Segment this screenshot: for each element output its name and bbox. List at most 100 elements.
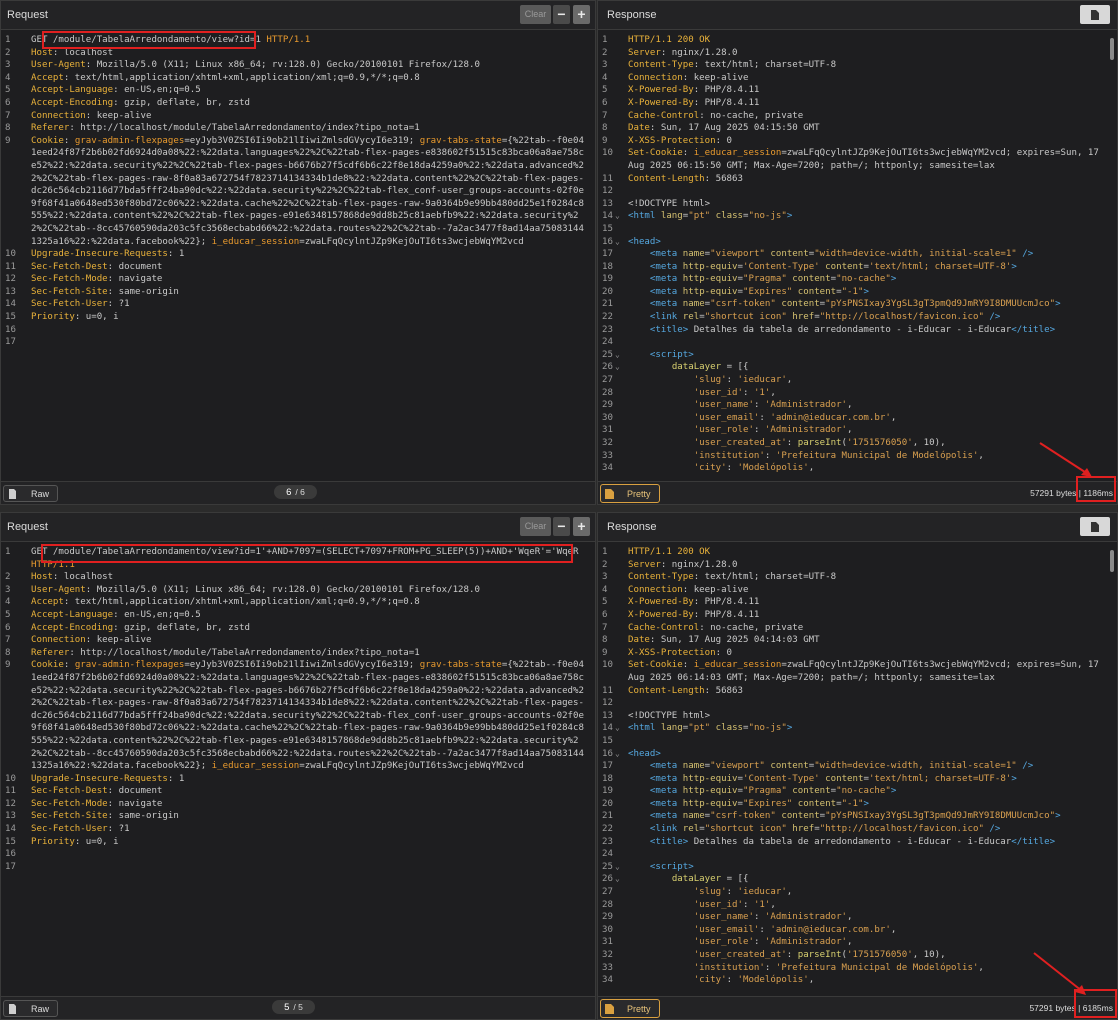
code-token: "shortcut icon" — [704, 312, 787, 323]
line-number: 29 — [602, 912, 613, 923]
history-pager[interactable]: 5 / 5 — [272, 1000, 315, 1014]
code-token: : text/html; charset=UTF-8 — [693, 60, 837, 71]
pretty-view-button[interactable]: Pretty — [600, 484, 660, 503]
code-token: HTTP/1.1 200 OK — [628, 547, 711, 557]
code-token: : document — [107, 786, 163, 797]
code-token: <title> — [649, 324, 689, 335]
code-token: : nginx/1.28.0 — [660, 559, 738, 570]
line-number: 31 — [602, 937, 613, 948]
line-text: Accept-Encoding: gzip, deflate, br, zstd — [27, 622, 589, 635]
fold-chevron-icon — [18, 785, 27, 798]
code-line: 17 — [1, 336, 589, 349]
fold-chevron-icon[interactable]: ⌄ — [615, 236, 624, 249]
code-token: name — [682, 249, 705, 260]
code-token: Sec-Fetch-Dest — [31, 786, 108, 797]
line-number: 18 — [602, 773, 613, 784]
line-number: 4 — [5, 72, 11, 83]
zoom-in-button[interactable]: + — [573, 5, 590, 24]
line-text: <meta name="viewport" content="width=dev… — [624, 248, 1105, 261]
code-token: <html — [628, 723, 661, 734]
fold-chevron-icon[interactable]: ⌄ — [615, 210, 624, 223]
line-text: 'user_role': 'Administrador', — [624, 424, 1105, 437]
fold-chevron-icon — [18, 848, 27, 861]
zoom-out-button[interactable]: − — [553, 5, 570, 24]
code-token: Connection — [31, 635, 86, 646]
fold-chevron-icon[interactable]: ⌄ — [615, 361, 624, 374]
pretty-view-button[interactable]: Pretty — [600, 999, 660, 1018]
request-editor[interactable]: 1 GET /module/TabelaArredondamento/view?i… — [1, 34, 589, 349]
code-token: User-Agent — [31, 584, 86, 595]
line-number: 6 — [5, 97, 11, 108]
line-text — [624, 223, 1105, 236]
zoom-out-button[interactable]: − — [553, 517, 570, 536]
line-number: 7 — [5, 110, 11, 121]
code-token: <title> — [649, 836, 689, 847]
code-line: 15 — [598, 223, 1105, 236]
line-number: 12 — [602, 698, 613, 709]
line-number: 1 — [602, 35, 608, 45]
code-line: 5 Accept-Language: en-US,en;q=0.5 — [1, 609, 589, 622]
code-token: "http://localhost/favicon.ico" — [819, 312, 984, 323]
copy-button[interactable] — [1080, 5, 1110, 24]
code-token: Sec-Fetch-Site — [31, 811, 108, 822]
code-token: 'ieducar' — [737, 375, 787, 386]
code-token: 'user_name' — [693, 912, 754, 923]
code-line: 8 Date: Sun, 17 Aug 2025 04:14:03 GMT — [598, 634, 1105, 647]
code-token: 'user_role' — [693, 425, 754, 436]
raw-view-button[interactable]: Raw — [3, 485, 58, 502]
fold-chevron-icon — [615, 584, 624, 597]
fold-chevron-icon[interactable]: ⌄ — [615, 861, 624, 874]
code-token: grav-admin-flexpages — [74, 660, 185, 671]
zoom-in-button[interactable]: + — [573, 517, 590, 536]
code-token: : — [742, 899, 754, 910]
line-text: <title> Detalhes da tabela de arredondam… — [624, 836, 1105, 849]
code-token: 'Administrador' — [764, 937, 848, 948]
code-token: : u=0, i — [74, 836, 119, 847]
code-token: i_educar_session — [693, 660, 782, 671]
fold-chevron-icon[interactable]: ⌄ — [615, 873, 624, 886]
code-token: Accept — [31, 597, 64, 608]
code-token: Referer — [31, 123, 70, 134]
code-token: http-equiv — [682, 798, 738, 809]
fold-chevron-icon[interactable]: ⌄ — [615, 349, 624, 362]
code-line: 12 Sec-Fetch-Mode: navigate — [1, 798, 589, 811]
raw-view-button[interactable]: Raw — [3, 1000, 58, 1017]
scrollbar[interactable] — [1110, 38, 1114, 60]
code-token: : — [786, 438, 798, 448]
code-token: =eyJyb3V0ZSI6Ii9ob21lIiwiZmlsdGVycyI6e31… — [184, 135, 420, 146]
line-text: <meta name="csrf-token" content="pYsPNSI… — [624, 810, 1105, 823]
copy-button[interactable] — [1080, 517, 1110, 536]
history-pager[interactable]: 6 / 6 — [274, 485, 317, 499]
line-text: X-Powered-By: PHP/8.4.11 — [624, 609, 1105, 622]
response-viewer[interactable]: 1 HTTP/1.1 200 OK 2 Server: nginx/1.28.0 3 Co… — [598, 546, 1105, 987]
clear-button[interactable]: Clear — [520, 5, 551, 24]
code-token: Accept-Language — [31, 609, 114, 620]
request-editor[interactable]: 1 GET /module/TabelaArredondamento/view?i… — [1, 546, 589, 873]
code-line: 25 ⌄ <script> — [598, 861, 1105, 874]
fold-chevron-icon[interactable]: ⌄ — [615, 748, 624, 761]
response-viewer[interactable]: 1 HTTP/1.1 200 OK 2 Server: nginx/1.28.0 3 Co… — [598, 34, 1105, 475]
code-token: "pYsPNSIxay3YgSL3gT3pmQd9JmRY9I8DMUUcmJc… — [825, 811, 1056, 822]
code-line: 11 Sec-Fetch-Dest: document — [1, 261, 589, 274]
fold-chevron-icon — [615, 84, 624, 97]
code-token: <!DOCTYPE html> — [628, 198, 711, 209]
line-text: X-XSS-Protection: 0 — [624, 135, 1105, 148]
fold-chevron-icon[interactable]: ⌄ — [615, 722, 624, 735]
code-line: 5 X-Powered-By: PHP/8.4.11 — [598, 596, 1105, 609]
line-number: 7 — [602, 110, 608, 121]
scrollbar[interactable] — [1110, 550, 1114, 572]
fold-chevron-icon — [615, 97, 624, 110]
line-number: 16 — [602, 236, 613, 247]
clear-button[interactable]: Clear — [520, 517, 551, 536]
line-number: 5 — [5, 85, 11, 96]
line-number: 8 — [5, 647, 11, 658]
code-token: grav-tabs-state — [419, 135, 502, 146]
code-token: http-equiv — [682, 773, 738, 784]
code-token: > — [1055, 811, 1061, 822]
line-text: Server: nginx/1.28.0 — [624, 559, 1105, 572]
